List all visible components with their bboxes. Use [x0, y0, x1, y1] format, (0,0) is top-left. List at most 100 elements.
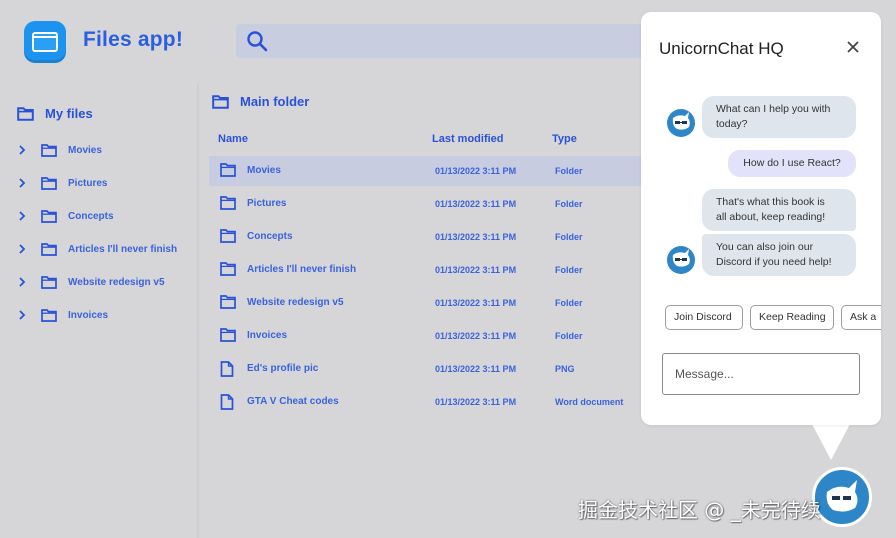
row-type: PNG [555, 364, 575, 374]
chat-message-bot: You can also join our Discord if you nee… [702, 234, 856, 276]
sidebar-item-concepts[interactable]: Concepts [18, 207, 114, 225]
chat-message-line: Discord if you need help! [716, 256, 832, 268]
search-input[interactable] [276, 24, 646, 58]
folder-icon [220, 196, 236, 210]
column-header-type[interactable]: Type [552, 133, 577, 145]
row-modified: 01/13/2022 3:11 PM [435, 166, 517, 176]
row-type: Folder [555, 265, 583, 275]
sidebar-item-label: Articles I'll never finish [68, 243, 178, 255]
table-row[interactable]: Website redesign v5 01/13/2022 3:11 PM F… [209, 288, 641, 318]
row-name: GTA V Cheat codes [247, 396, 339, 407]
folder-icon [220, 328, 236, 342]
quick-reply-ask[interactable]: Ask a [841, 305, 881, 330]
chat-message-line: That's what this book is [716, 196, 825, 208]
chevron-right-icon[interactable] [18, 143, 28, 157]
chat-message-line: What can I help you with [716, 103, 831, 115]
row-type: Folder [555, 199, 583, 209]
row-name: Invoices [247, 330, 288, 341]
chevron-right-icon[interactable] [18, 242, 28, 256]
table-row[interactable]: Pictures 01/13/2022 3:11 PM Folder [209, 189, 641, 219]
chat-message-user: How do I use React? [728, 150, 856, 177]
app-title: Files app! [83, 28, 184, 51]
sidebar-item-label: Concepts [68, 210, 114, 222]
sidebar-root-my-files[interactable]: My files [17, 106, 93, 121]
table-row[interactable]: Articles I'll never finish 01/13/2022 3:… [209, 255, 641, 285]
unicorn-bot-avatar-icon [667, 109, 695, 137]
search-bar[interactable] [236, 24, 656, 58]
chat-message-input[interactable] [662, 353, 860, 395]
chat-message-line: How do I use React? [743, 157, 841, 169]
chevron-right-icon[interactable] [18, 176, 28, 190]
row-name: Movies [247, 165, 281, 176]
sidebar-item-movies[interactable]: Movies [18, 141, 102, 159]
row-name: Ed's profile pic [247, 363, 319, 374]
chevron-right-icon[interactable] [18, 308, 28, 322]
watermark-text: 掘金技术社区 @ _未完待续 [578, 498, 821, 522]
close-icon[interactable] [846, 40, 860, 54]
table-row[interactable]: Movies 01/13/2022 3:11 PM Folder [209, 156, 641, 186]
row-name: Articles I'll never finish [247, 264, 357, 275]
row-name: Pictures [247, 198, 287, 209]
row-modified: 01/13/2022 3:11 PM [435, 364, 517, 374]
quick-reply-keep-reading[interactable]: Keep Reading [750, 305, 834, 330]
table-row[interactable]: Ed's profile pic 01/13/2022 3:11 PM PNG [209, 354, 641, 384]
main-folder-title: Main folder [240, 94, 310, 109]
chat-launcher-button[interactable] [812, 467, 872, 527]
sidebar-item-label: Pictures [68, 177, 108, 189]
chat-message-line: You can also join our [716, 241, 814, 253]
sidebar-item-invoices[interactable]: Invoices [18, 306, 108, 324]
sidebar-item-articles[interactable]: Articles I'll never finish [18, 240, 177, 258]
folder-icon [220, 229, 236, 243]
chat-message-line: today? [716, 118, 748, 130]
file-icon [220, 361, 234, 377]
column-header-last-modified[interactable]: Last modified [432, 133, 504, 145]
table-row[interactable]: GTA V Cheat codes 01/13/2022 3:11 PM Wor… [209, 387, 641, 417]
row-modified: 01/13/2022 3:11 PM [435, 199, 517, 209]
row-modified: 01/13/2022 3:11 PM [435, 397, 517, 407]
folder-icon [212, 94, 229, 109]
chevron-right-icon[interactable] [18, 275, 28, 289]
row-name: Website redesign v5 [247, 297, 344, 308]
row-type: Folder [555, 298, 583, 308]
chat-message-bot: That's what this book is all about, keep… [702, 189, 856, 231]
main-folder-heading: Main folder [212, 94, 309, 109]
table-row[interactable]: Concepts 01/13/2022 3:11 PM Folder [209, 222, 641, 252]
chat-popup-pointer [812, 424, 850, 460]
chevron-right-icon[interactable] [18, 209, 28, 223]
folder-icon [41, 209, 57, 223]
sidebar-divider [197, 84, 199, 538]
sidebar-item-pictures[interactable]: Pictures [18, 174, 107, 192]
table-row[interactable]: Invoices 01/13/2022 3:11 PM Folder [209, 321, 641, 351]
sidebar-item-label: Website redesign v5 [68, 276, 165, 288]
unicorn-logo-icon [826, 480, 858, 512]
sidebar-root-label: My files [45, 106, 93, 121]
chat-message-bot: What can I help you with today? [702, 96, 856, 138]
sidebar-item-label: Invoices [68, 309, 109, 321]
folder-icon [41, 176, 57, 190]
folder-icon [220, 262, 236, 276]
row-type: Folder [555, 331, 583, 341]
row-type: Word document [555, 397, 624, 407]
row-type: Folder [555, 166, 583, 176]
search-icon [247, 31, 268, 52]
chat-title: UnicornChat HQ [659, 39, 784, 58]
folder-icon [41, 143, 57, 157]
row-name: Concepts [247, 231, 293, 242]
column-header-name[interactable]: Name [218, 133, 248, 145]
folder-icon [41, 275, 57, 289]
unicorn-bot-avatar-icon [667, 246, 695, 274]
row-modified: 01/13/2022 3:11 PM [435, 298, 517, 308]
folder-icon [41, 242, 57, 256]
quick-reply-join-discord[interactable]: Join Discord [665, 305, 743, 330]
folder-icon [220, 295, 236, 309]
sidebar-item-label: Movies [68, 144, 102, 156]
folder-icon [220, 163, 236, 177]
row-modified: 01/13/2022 3:11 PM [435, 331, 517, 341]
app-logo-icon [24, 21, 66, 63]
sidebar-item-website-redesign[interactable]: Website redesign v5 [18, 273, 165, 291]
row-type: Folder [555, 232, 583, 242]
file-icon [220, 394, 234, 410]
row-modified: 01/13/2022 3:11 PM [435, 265, 517, 275]
chat-popup: UnicornChat HQ What can I help you with … [641, 12, 881, 425]
chat-message-line: all about, keep reading! [716, 211, 826, 223]
